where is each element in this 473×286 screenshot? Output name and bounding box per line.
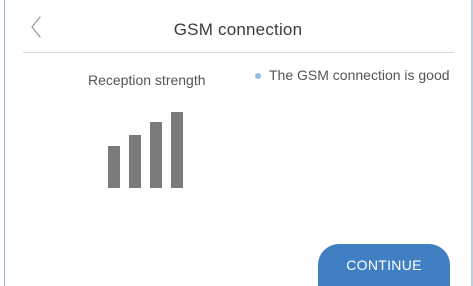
header: GSM connection bbox=[5, 0, 471, 55]
reception-strength-label: Reception strength bbox=[88, 72, 206, 88]
gsm-connection-screen: GSM connection Reception strength The GS… bbox=[0, 0, 473, 286]
signal-strength-indicator bbox=[108, 110, 184, 188]
continue-button[interactable]: CONTINUE bbox=[318, 244, 450, 286]
signal-bar bbox=[171, 112, 183, 188]
signal-bar bbox=[108, 146, 120, 188]
header-divider bbox=[23, 52, 454, 53]
status-dot-icon bbox=[255, 72, 261, 79]
page-title: GSM connection bbox=[173, 20, 303, 39]
signal-bar bbox=[150, 122, 162, 188]
connection-status-text: The GSM connection is good bbox=[269, 67, 450, 83]
signal-bar bbox=[129, 135, 141, 188]
connection-status: The GSM connection is good bbox=[255, 67, 450, 83]
